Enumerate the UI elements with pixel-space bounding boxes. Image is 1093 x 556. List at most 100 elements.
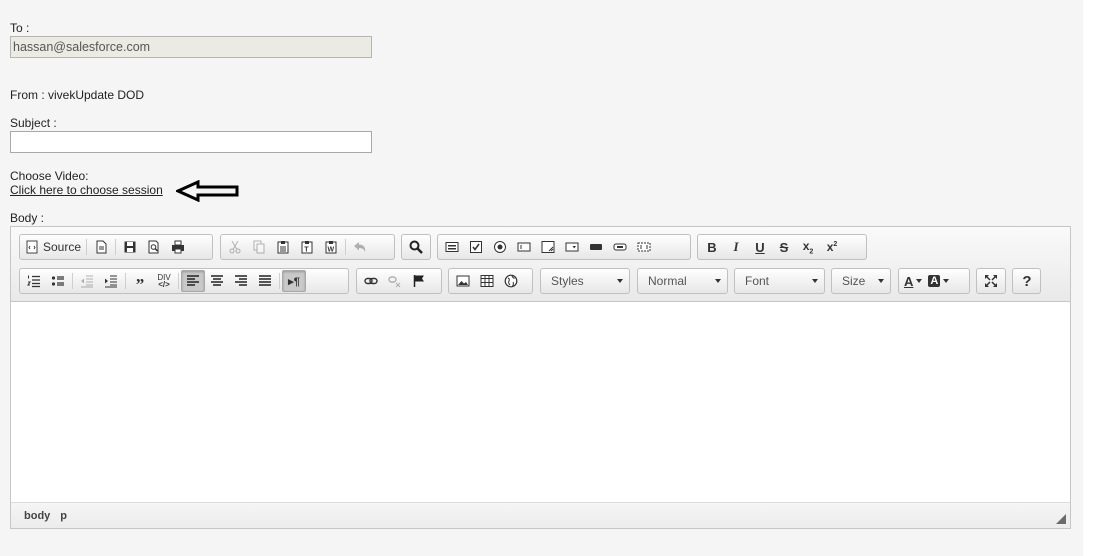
font-label: Font xyxy=(745,274,770,288)
align-left-button[interactable] xyxy=(181,270,205,292)
anchor-button[interactable] xyxy=(407,270,431,292)
paste-text-button[interactable]: T xyxy=(295,236,319,258)
save-button[interactable] xyxy=(118,236,142,258)
superscript-button[interactable]: x2 xyxy=(820,236,844,258)
format-combo[interactable]: Normal xyxy=(637,268,728,294)
cut-icon xyxy=(228,240,242,254)
radio-icon xyxy=(493,240,507,254)
source-icon xyxy=(25,240,39,254)
select-button[interactable] xyxy=(560,236,584,258)
separator xyxy=(125,273,126,289)
chevron-down-icon xyxy=(878,279,884,283)
form-button[interactable] xyxy=(440,236,464,258)
div-button[interactable]: DIV </> xyxy=(152,270,176,292)
paste-button[interactable] xyxy=(271,236,295,258)
justify-button[interactable] xyxy=(253,270,277,292)
bg-color-icon: A xyxy=(928,275,950,287)
separator xyxy=(115,239,117,255)
editor-content-area[interactable] xyxy=(11,302,1070,503)
find-button[interactable] xyxy=(404,236,428,258)
strike-icon: S xyxy=(779,239,789,255)
undo-button[interactable] xyxy=(348,236,372,258)
numbered-list-icon xyxy=(27,274,41,288)
image-button[interactable] xyxy=(451,270,475,292)
svg-text:W: W xyxy=(328,247,335,254)
separator xyxy=(86,239,88,255)
left-arrow-icon xyxy=(176,180,240,202)
underline-button[interactable]: U xyxy=(748,236,772,258)
size-combo[interactable]: Size xyxy=(831,268,891,294)
source-button[interactable]: Source xyxy=(22,236,84,258)
bg-color-button[interactable]: A xyxy=(925,270,952,292)
size-label: Size xyxy=(842,274,866,288)
path-body[interactable]: body xyxy=(19,510,55,522)
save-icon xyxy=(123,240,137,254)
blockquote-button[interactable]: ” xyxy=(128,270,152,293)
subscript-icon: x2 xyxy=(802,238,814,256)
textarea-button[interactable] xyxy=(536,236,560,258)
text-color-icon: A xyxy=(904,274,923,289)
textarea-icon xyxy=(541,240,555,254)
bulleted-list-button[interactable] xyxy=(46,270,70,292)
styles-combo[interactable]: Styles xyxy=(540,268,630,294)
print-button[interactable] xyxy=(166,236,190,258)
to-field[interactable] xyxy=(10,36,372,58)
checkbox-icon xyxy=(469,240,483,254)
copy-button[interactable] xyxy=(247,236,271,258)
maximize-button[interactable] xyxy=(979,270,1003,292)
button-icon xyxy=(589,240,603,254)
forms-group xyxy=(437,234,691,260)
hidden-field-icon xyxy=(637,240,651,254)
to-label: To : xyxy=(10,21,30,35)
checkbox-button[interactable] xyxy=(464,236,488,258)
preview-button[interactable] xyxy=(142,236,166,258)
underline-icon: U xyxy=(755,239,765,255)
hidden-field-button[interactable] xyxy=(632,236,656,258)
form-icon xyxy=(445,240,459,254)
unlink-button[interactable] xyxy=(383,270,407,292)
help-button[interactable]: ? xyxy=(1015,270,1039,292)
rich-text-editor: Source T W B I U S x2 x2 ” DIV </> ▸¶ St… xyxy=(10,226,1071,529)
align-left-icon xyxy=(186,274,200,288)
paste-text-icon: T xyxy=(300,240,314,254)
align-right-button[interactable] xyxy=(229,270,253,292)
form-button-button[interactable] xyxy=(584,236,608,258)
align-center-button[interactable] xyxy=(205,270,229,292)
styles-label: Styles xyxy=(551,274,584,288)
link-icon xyxy=(364,274,378,288)
subscript-button[interactable]: x2 xyxy=(796,236,820,258)
new-page-icon xyxy=(94,240,108,254)
chevron-down-icon xyxy=(617,279,623,283)
iframe-button[interactable] xyxy=(499,270,523,292)
choose-session-link[interactable]: Click here to choose session xyxy=(10,183,163,197)
subject-input[interactable] xyxy=(10,131,372,153)
ltr-button[interactable]: ▸¶ xyxy=(282,270,306,292)
bold-button[interactable]: B xyxy=(700,236,724,258)
image-button-button[interactable] xyxy=(608,236,632,258)
separator xyxy=(178,273,179,289)
paste-icon xyxy=(276,240,290,254)
textfield-button[interactable] xyxy=(512,236,536,258)
numbered-list-button[interactable] xyxy=(22,270,46,292)
unlink-icon xyxy=(388,274,402,288)
new-page-button[interactable] xyxy=(89,236,113,258)
image-button-icon xyxy=(613,240,627,254)
radio-button[interactable] xyxy=(488,236,512,258)
separator xyxy=(279,273,280,289)
about-group: ? xyxy=(1012,268,1041,294)
resize-handle-icon[interactable] xyxy=(1056,514,1066,524)
table-button[interactable] xyxy=(475,270,499,292)
paste-word-icon: W xyxy=(324,240,338,254)
indent-button[interactable] xyxy=(99,270,123,292)
font-combo[interactable]: Font xyxy=(734,268,825,294)
bulleted-list-icon xyxy=(51,274,65,288)
bold-icon: B xyxy=(707,239,717,255)
text-color-button[interactable]: A xyxy=(901,270,925,292)
cut-button[interactable] xyxy=(223,236,247,258)
outdent-button[interactable] xyxy=(75,270,99,292)
link-button[interactable] xyxy=(359,270,383,292)
paste-word-button[interactable]: W xyxy=(319,236,343,258)
path-p[interactable]: p xyxy=(55,510,72,522)
strike-button[interactable]: S xyxy=(772,236,796,258)
italic-button[interactable]: I xyxy=(724,236,748,258)
